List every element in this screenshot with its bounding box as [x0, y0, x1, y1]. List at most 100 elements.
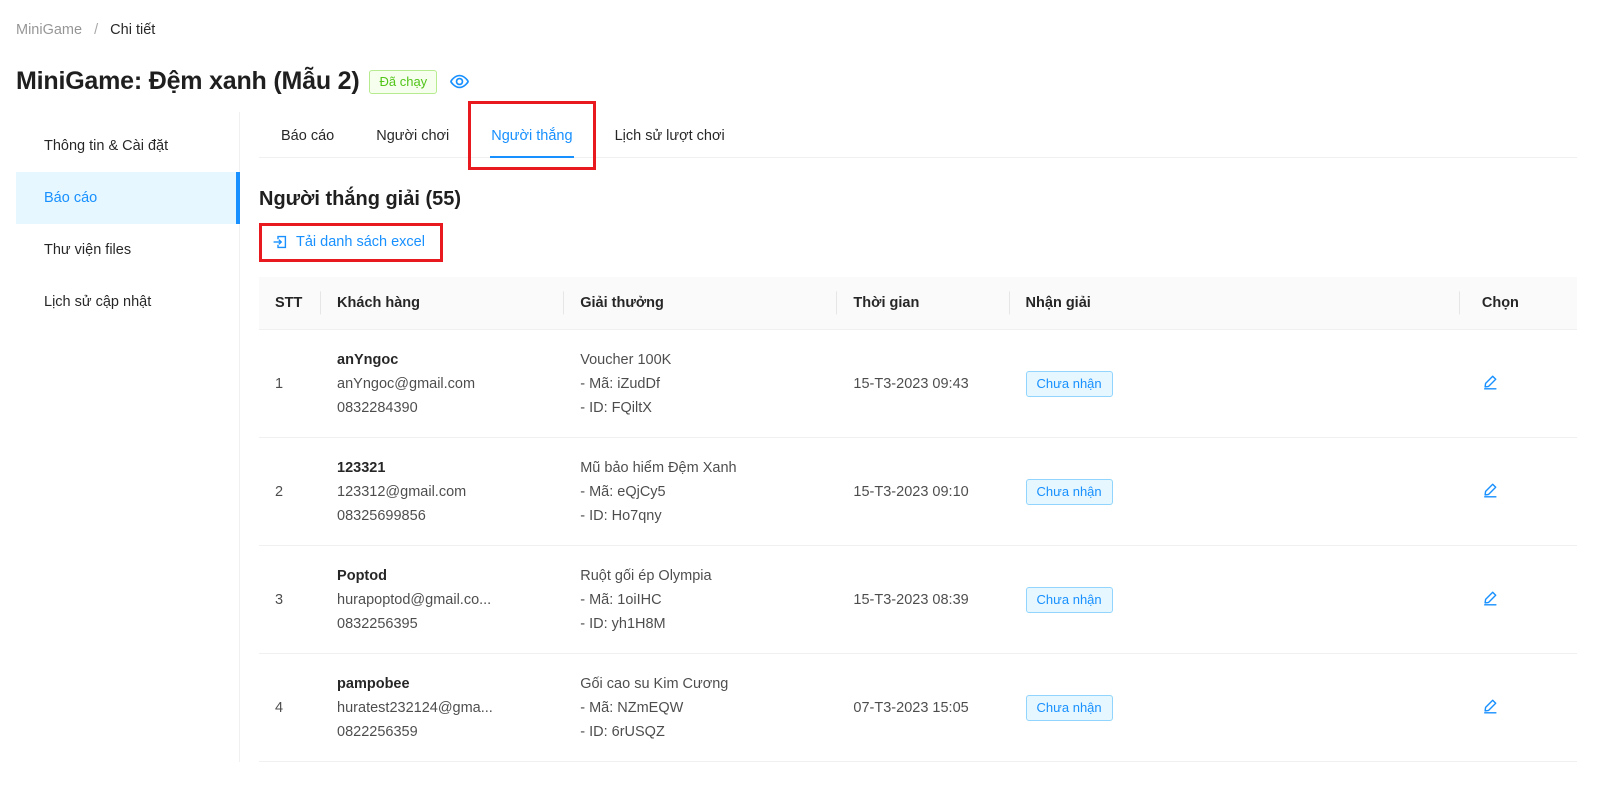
tab-label: Lịch sử lượt chơi — [615, 128, 725, 144]
winners-table: STT Khách hàng Giải thưởng Thời gian Nhậ… — [259, 277, 1577, 762]
cell-time: 15-T3-2023 08:39 — [837, 546, 1009, 654]
tab-label: Người chơi — [376, 128, 449, 144]
main-content: Báo cáo Người chơi Người thắng Lịch sử l… — [240, 112, 1577, 762]
claim-status-badge: Chưa nhận — [1026, 371, 1113, 397]
prize-code: - Mã: eQjCy5 — [580, 480, 821, 504]
prize-code: - Mã: iZudDf — [580, 372, 821, 396]
export-excel-link[interactable]: Tải danh sách excel — [272, 234, 425, 250]
col-header-stt: STT — [259, 277, 321, 330]
cell-prize: Voucher 100K - Mã: iZudDf - ID: FQiltX — [564, 330, 837, 438]
customer-email: anYngoc@gmail.com — [337, 372, 548, 396]
cell-prize: Gối cao su Kim Cương - Mã: NZmEQW - ID: … — [564, 654, 837, 762]
prize-id: - ID: FQiltX — [580, 396, 821, 420]
cell-stt: 3 — [259, 546, 321, 654]
export-icon — [272, 234, 288, 250]
cell-claim-status: Chưa nhận — [1010, 546, 1460, 654]
page: MiniGame / Chi tiết MiniGame: Đệm xanh (… — [0, 0, 1613, 762]
cell-select — [1460, 546, 1577, 654]
customer-phone: 08325699856 — [337, 504, 548, 528]
table-header-row: STT Khách hàng Giải thưởng Thời gian Nhậ… — [259, 277, 1577, 330]
edit-icon[interactable] — [1476, 481, 1499, 498]
claim-status-badge: Chưa nhận — [1026, 479, 1113, 505]
cell-stt: 4 — [259, 654, 321, 762]
breadcrumb-separator: / — [94, 22, 98, 38]
cell-time: 07-T3-2023 15:05 — [837, 654, 1009, 762]
prize-code: - Mã: NZmEQW — [580, 696, 821, 720]
sidebar-item-label: Thông tin & Cài đặt — [44, 138, 168, 154]
export-link-label: Tải danh sách excel — [296, 234, 425, 250]
cell-time: 15-T3-2023 09:43 — [837, 330, 1009, 438]
title-row: MiniGame: Đệm xanh (Mẫu 2) Đã chạy — [16, 67, 1580, 96]
table-row: 2 123321 123312@gmail.com 08325699856 Mũ… — [259, 438, 1577, 546]
edit-icon[interactable] — [1476, 589, 1499, 606]
cell-claim-status: Chưa nhận — [1010, 330, 1460, 438]
breadcrumb-minigame[interactable]: MiniGame — [16, 22, 82, 38]
customer-phone: 0832284390 — [337, 396, 548, 420]
cell-select — [1460, 330, 1577, 438]
cell-time: 15-T3-2023 09:10 — [837, 438, 1009, 546]
claim-status-badge: Chưa nhận — [1026, 695, 1113, 721]
tab-nguoi-thang[interactable]: Người thắng — [490, 114, 573, 157]
customer-name: pampobee — [337, 672, 548, 696]
col-header-giai-thuong: Giải thưởng — [564, 277, 837, 330]
page-title: MiniGame: Đệm xanh (Mẫu 2) — [16, 67, 359, 96]
cell-customer: pampobee huratest232124@gma... 082225635… — [321, 654, 564, 762]
customer-email: hurapoptod@gmail.co... — [337, 588, 548, 612]
claim-status-badge: Chưa nhận — [1026, 587, 1113, 613]
cell-customer: 123321 123312@gmail.com 08325699856 — [321, 438, 564, 546]
customer-email: huratest232124@gma... — [337, 696, 548, 720]
sidebar-item-label: Lịch sử cập nhật — [44, 294, 151, 310]
section-title: Người thắng giải (55) — [259, 188, 1577, 211]
cell-claim-status: Chưa nhận — [1010, 438, 1460, 546]
layout: Thông tin & Cài đặt Báo cáo Thư viện fil… — [16, 112, 1580, 762]
cell-select — [1460, 438, 1577, 546]
cell-customer: Poptod hurapoptod@gmail.co... 0832256395 — [321, 546, 564, 654]
cell-select — [1460, 654, 1577, 762]
sidebar-item-label: Báo cáo — [44, 190, 97, 206]
sidebar-item-thong-tin[interactable]: Thông tin & Cài đặt — [16, 120, 239, 172]
table-row: 4 pampobee huratest232124@gma... 0822256… — [259, 654, 1577, 762]
breadcrumb-current: Chi tiết — [110, 22, 155, 38]
prize-name: Gối cao su Kim Cương — [580, 672, 821, 696]
breadcrumb: MiniGame / Chi tiết — [16, 22, 1580, 38]
customer-phone: 0832256395 — [337, 612, 548, 636]
prize-name: Voucher 100K — [580, 348, 821, 372]
table-row: 1 anYngoc anYngoc@gmail.com 0832284390 V… — [259, 330, 1577, 438]
cell-customer: anYngoc anYngoc@gmail.com 0832284390 — [321, 330, 564, 438]
status-badge: Đã chạy — [369, 70, 437, 94]
customer-name: 123321 — [337, 456, 548, 480]
tab-label: Báo cáo — [281, 128, 334, 144]
active-tab-ink-bar — [490, 156, 573, 158]
sidebar-item-lich-su-cap-nhat[interactable]: Lịch sử cập nhật — [16, 276, 239, 328]
prize-name: Ruột gối ép Olympia — [580, 564, 821, 588]
cell-claim-status: Chưa nhận — [1010, 654, 1460, 762]
col-header-chon: Chọn — [1460, 277, 1577, 330]
edit-icon[interactable] — [1476, 697, 1499, 714]
prize-id: - ID: Ho7qny — [580, 504, 821, 528]
sidebar-item-bao-cao[interactable]: Báo cáo — [16, 172, 239, 224]
sidebar: Thông tin & Cài đặt Báo cáo Thư viện fil… — [16, 112, 240, 762]
eye-icon[interactable] — [449, 71, 470, 92]
cell-stt: 2 — [259, 438, 321, 546]
tab-bar: Báo cáo Người chơi Người thắng Lịch sử l… — [259, 114, 1577, 158]
cell-stt: 1 — [259, 330, 321, 438]
red-annotation-box-export: Tải danh sách excel — [259, 223, 443, 262]
col-header-nhan-giai: Nhận giải — [1010, 277, 1460, 330]
cell-prize: Mũ bảo hiểm Đệm Xanh - Mã: eQjCy5 - ID: … — [564, 438, 837, 546]
prize-code: - Mã: 1oiIHC — [580, 588, 821, 612]
cell-prize: Ruột gối ép Olympia - Mã: 1oiIHC - ID: y… — [564, 546, 837, 654]
table-row: 3 Poptod hurapoptod@gmail.co... 08322563… — [259, 546, 1577, 654]
edit-icon[interactable] — [1476, 373, 1499, 390]
col-header-thoi-gian: Thời gian — [837, 277, 1009, 330]
sidebar-item-label: Thư viện files — [44, 242, 131, 258]
col-header-khach-hang: Khách hàng — [321, 277, 564, 330]
prize-id: - ID: yh1H8M — [580, 612, 821, 636]
tab-bao-cao[interactable]: Báo cáo — [280, 114, 335, 157]
tab-lich-su-luot-choi[interactable]: Lịch sử lượt chơi — [614, 114, 726, 157]
customer-phone: 0822256359 — [337, 720, 548, 744]
customer-name: anYngoc — [337, 348, 548, 372]
customer-email: 123312@gmail.com — [337, 480, 548, 504]
tab-nguoi-choi[interactable]: Người chơi — [375, 114, 450, 157]
sidebar-item-thu-vien-files[interactable]: Thư viện files — [16, 224, 239, 276]
prize-name: Mũ bảo hiểm Đệm Xanh — [580, 456, 821, 480]
